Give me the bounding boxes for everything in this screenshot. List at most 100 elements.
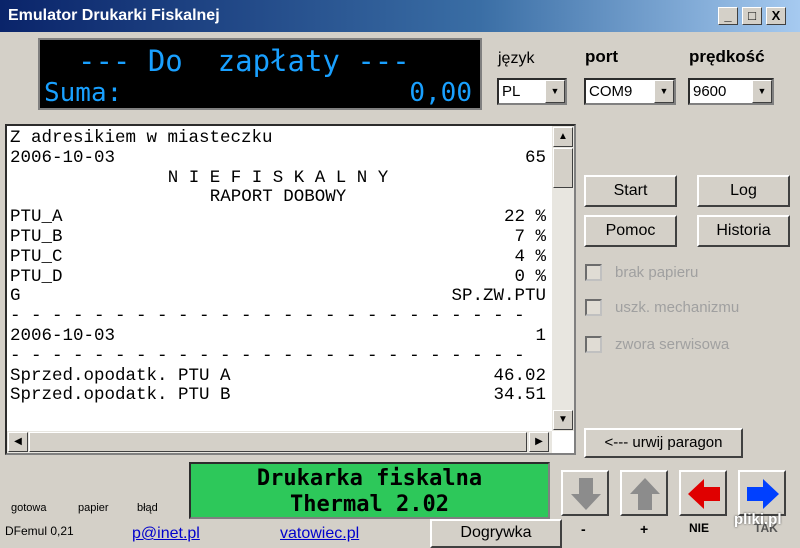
log-button[interactable]: Log bbox=[697, 175, 790, 207]
sum-label: Suma: bbox=[44, 78, 123, 108]
receipt-line: 2006-10-03 1 bbox=[10, 325, 546, 347]
mechanism-fault-label: uszk. mechanizmu bbox=[615, 299, 740, 316]
receipt-line-right: 0 % bbox=[514, 266, 546, 287]
ready-indicator-label: gotowa bbox=[11, 502, 47, 514]
vertical-scroll-thumb[interactable] bbox=[553, 148, 573, 188]
receipt-line: PTU_A 22 % bbox=[10, 207, 546, 228]
receipt-line: PTU_D 0 % bbox=[10, 266, 546, 288]
port-select[interactable]: COM9 ▼ bbox=[584, 78, 676, 105]
receipt-line-right: 4 % bbox=[514, 246, 546, 267]
language-label: język bbox=[498, 50, 535, 67]
receipt-line: - - - - - - - - - - - - - - - - - - - - … bbox=[10, 345, 546, 367]
receipt-line-left: PTU_D bbox=[10, 266, 63, 287]
chevron-down-icon[interactable]: ▼ bbox=[752, 80, 772, 103]
chevron-down-icon[interactable]: ▼ bbox=[545, 80, 565, 103]
receipt-line-left: PTU_B bbox=[10, 226, 63, 247]
checkbox-icon bbox=[585, 299, 602, 316]
checkbox-icon bbox=[585, 336, 602, 353]
arrow-down-icon bbox=[571, 478, 601, 510]
receipt-line-right: 22 % bbox=[503, 207, 546, 228]
receipt-line-left: G bbox=[10, 286, 21, 307]
arrow-left-icon bbox=[688, 479, 720, 509]
scroll-up-icon[interactable]: ▲ bbox=[553, 127, 573, 147]
email-link[interactable]: p@inet.pl bbox=[132, 525, 200, 543]
speed-label: prędkość bbox=[689, 47, 765, 66]
scroll-down-icon[interactable]: ▼ bbox=[553, 410, 573, 430]
version-label: DFemul 0,21 bbox=[5, 524, 74, 538]
error-indicator-label: błąd bbox=[137, 502, 158, 514]
reload-button[interactable]: Dogrywka bbox=[430, 519, 562, 548]
minus-button[interactable] bbox=[561, 470, 609, 516]
minimize-button[interactable]: _ bbox=[718, 7, 738, 25]
printer-line-2: Thermal 2.02 bbox=[290, 492, 449, 517]
language-value: PL bbox=[502, 83, 521, 100]
service-jumper-label: zwora serwisowa bbox=[615, 336, 730, 353]
receipt-line: Z adresikiem w miasteczku bbox=[10, 128, 546, 149]
title-bar: Emulator Drukarki Fiskalnej _ □ X bbox=[0, 0, 800, 32]
close-button[interactable]: X bbox=[766, 7, 786, 25]
speed-value: 9600 bbox=[693, 83, 727, 100]
receipt-line: PTU_C 4 % bbox=[10, 246, 546, 268]
help-button[interactable]: Pomoc bbox=[584, 215, 677, 247]
plus-label: + bbox=[640, 521, 649, 537]
receipt-view[interactable]: Z adresikiem w miasteczku 2006-10-03 65 N I… bbox=[5, 124, 576, 455]
receipt-line: Sprzed.opodatk. PTU A 46.02 bbox=[10, 365, 546, 387]
receipt-text: Z adresikiem w miasteczku 2006-10-03 65 N I… bbox=[10, 128, 546, 406]
receipt-line: - - - - - - - - - - - - - - - - - - - - … bbox=[10, 306, 546, 327]
receipt-line-left: Sprzed.opodatk. PTU B bbox=[10, 385, 231, 406]
receipt-line-left: - - - - - - - - - - - - - - - - - - - - … bbox=[10, 306, 525, 327]
printer-model-display: Drukarka fiskalna Thermal 2.02 bbox=[189, 462, 550, 519]
receipt-line-left: PTU_A bbox=[10, 207, 63, 228]
receipt-line-right: 46.02 bbox=[493, 365, 546, 386]
maximize-button[interactable]: □ bbox=[742, 7, 762, 25]
paper-indicator-label: papier bbox=[78, 502, 109, 514]
receipt-line: 2006-10-03 65 bbox=[10, 147, 546, 169]
vertical-scrollbar[interactable]: ▲ ▼ bbox=[552, 126, 574, 431]
chevron-down-icon[interactable]: ▼ bbox=[654, 80, 674, 103]
port-label: port bbox=[585, 47, 619, 66]
receipt-line-left: Sprzed.opodatk. PTU A bbox=[10, 365, 231, 386]
receipt-line: Sprzed.opodatk. PTU B 34.51 bbox=[10, 385, 546, 406]
sum-value: 0,00 bbox=[409, 78, 472, 108]
website-link[interactable]: vatowiec.pl bbox=[280, 525, 359, 543]
arrow-up-icon bbox=[630, 478, 660, 510]
receipt-line: N I E F I S K A L N Y bbox=[10, 167, 546, 189]
minus-label: - bbox=[581, 521, 586, 537]
receipt-line-left: 2006-10-03 bbox=[10, 147, 116, 168]
receipt-line-left: - - - - - - - - - - - - - - - - - - - - … bbox=[10, 345, 525, 366]
receipt-line-right: 65 bbox=[524, 147, 546, 168]
horizontal-scrollbar[interactable]: ◀ ▶ bbox=[7, 431, 552, 453]
window-title: Emulator Drukarki Fiskalnej bbox=[8, 7, 220, 24]
watermark-logo: pliki.pl bbox=[734, 511, 782, 528]
receipt-line-left: 2006-10-03 bbox=[10, 325, 116, 346]
receipt-line-right: 7 % bbox=[514, 226, 546, 247]
scroll-left-icon[interactable]: ◀ bbox=[8, 432, 28, 452]
receipt-line-right: SP.ZW.PTU bbox=[451, 286, 546, 307]
history-button[interactable]: Historia bbox=[697, 215, 790, 247]
checkbox-icon bbox=[585, 264, 602, 281]
receipt-line: PTU_B 7 % bbox=[10, 226, 546, 248]
language-select[interactable]: PL ▼ bbox=[497, 78, 567, 105]
no-paper-label: brak papieru bbox=[615, 264, 699, 281]
speed-select[interactable]: 9600 ▼ bbox=[688, 78, 774, 105]
port-value: COM9 bbox=[589, 83, 633, 100]
horizontal-scroll-thumb[interactable] bbox=[29, 432, 527, 452]
receipt-line: G SP.ZW.PTU bbox=[10, 286, 546, 307]
receipt-line-left: PTU_C bbox=[10, 246, 63, 267]
start-button[interactable]: Start bbox=[584, 175, 677, 207]
receipt-line-center: RAPORT DOBOWY bbox=[209, 187, 347, 208]
plus-button[interactable] bbox=[620, 470, 668, 516]
receipt-line: RAPORT DOBOWY bbox=[10, 187, 546, 208]
no-label: NIE bbox=[689, 521, 710, 535]
receipt-line-center: N I E F I S K A L N Y bbox=[167, 167, 389, 188]
arrow-right-icon bbox=[747, 479, 779, 509]
receipt-line-right: 34.51 bbox=[493, 385, 546, 406]
printer-line-1: Drukarka fiskalna bbox=[256, 466, 483, 491]
cancel-receipt-button[interactable]: <--- urwij paragon bbox=[584, 428, 743, 458]
customer-display: --- Do zapłaty --- Suma: 0,00 bbox=[38, 38, 482, 110]
display-line-1: --- Do zapłaty --- bbox=[78, 44, 410, 78]
receipt-line-right: 1 bbox=[535, 325, 546, 346]
scroll-right-icon[interactable]: ▶ bbox=[529, 432, 549, 452]
no-button[interactable] bbox=[679, 470, 727, 516]
yes-button[interactable] bbox=[738, 470, 786, 516]
